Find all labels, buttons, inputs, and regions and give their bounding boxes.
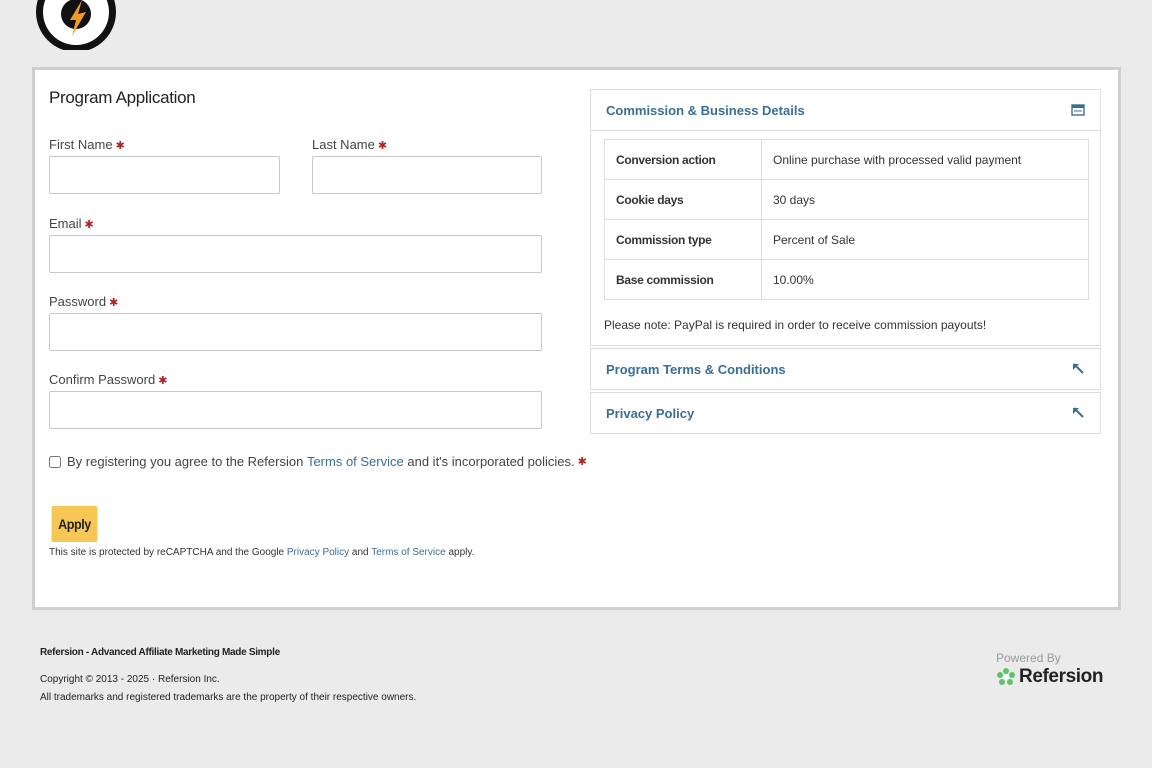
- privacy-policy-panel[interactable]: Privacy Policy: [590, 392, 1101, 434]
- detail-key: Conversion action: [604, 139, 762, 180]
- table-row: Conversion action Online purchase with p…: [604, 139, 1089, 180]
- table-row: Base commission 10.00%: [604, 259, 1089, 300]
- paypal-note: Please note: PayPal is required in order…: [604, 318, 987, 332]
- commission-details-panel: Commission & Business Details Conversion…: [590, 89, 1101, 346]
- password-input[interactable]: [49, 313, 542, 351]
- external-link-icon: [1073, 407, 1084, 418]
- required-marker: ✱: [158, 375, 168, 387]
- google-privacy-link[interactable]: Privacy Policy: [287, 547, 349, 558]
- footer-copyright: Copyright © 2013 - 2025 · Refersion Inc.: [40, 674, 220, 685]
- google-terms-link[interactable]: Terms of Service: [371, 547, 445, 558]
- table-row: Cookie days 30 days: [604, 179, 1089, 220]
- terms-text: By registering you agree to the Refersio…: [67, 454, 304, 469]
- detail-value: 30 days: [761, 179, 1089, 220]
- footer-tagline: Refersion - Advanced Affiliate Marketing…: [40, 647, 280, 658]
- refersion-wordmark: Refersion: [1019, 666, 1104, 687]
- detail-value: 10.00%: [761, 259, 1089, 300]
- card-icon: [1071, 104, 1085, 116]
- application-card: Program Application First Name ✱ Last Nam…: [32, 67, 1121, 610]
- footer-trademarks: All trademarks and registered trademarks…: [40, 692, 417, 703]
- recaptcha-text: This site is protected by reCAPTCHA and …: [49, 547, 287, 558]
- password-label: Password ✱: [49, 294, 119, 309]
- email-input[interactable]: [49, 235, 542, 273]
- program-terms-panel[interactable]: Program Terms & Conditions: [590, 348, 1101, 390]
- commission-details-title: Commission & Business Details: [606, 102, 805, 118]
- program-terms-title: Program Terms & Conditions: [606, 361, 786, 377]
- external-link-icon: [1073, 363, 1084, 374]
- refersion-logo-icon: [997, 668, 1015, 685]
- privacy-policy-header[interactable]: Privacy Policy: [591, 393, 1100, 433]
- confirm-password-label: Confirm Password ✱: [49, 372, 168, 387]
- last-name-label: Last Name ✱: [312, 137, 388, 152]
- apply-button[interactable]: Apply: [51, 506, 98, 542]
- terms-text-suffix: and it's incorporated policies.: [407, 454, 575, 469]
- last-name-input[interactable]: [312, 156, 542, 194]
- detail-key: Commission type: [604, 219, 762, 260]
- recaptcha-and: and: [349, 547, 372, 558]
- commission-details-table: Conversion action Online purchase with p…: [604, 139, 1089, 300]
- table-row: Commission type Percent of Sale: [604, 219, 1089, 260]
- privacy-policy-title: Privacy Policy: [606, 405, 695, 421]
- brand-logo: [36, 0, 116, 50]
- required-marker: ✱: [577, 456, 587, 468]
- terms-of-service-link[interactable]: Terms of Service: [307, 454, 404, 469]
- detail-key: Base commission: [604, 259, 762, 300]
- terms-agreement: By registering you agree to the Refersio…: [49, 454, 587, 469]
- program-terms-header[interactable]: Program Terms & Conditions: [591, 349, 1100, 389]
- refersion-brand[interactable]: Refersion: [996, 666, 1103, 688]
- powered-by-label: Powered By: [996, 651, 1061, 665]
- first-name-input[interactable]: [49, 156, 280, 194]
- detail-key: Cookie days: [604, 179, 762, 220]
- recaptcha-notice: This site is protected by reCAPTCHA and …: [49, 547, 474, 558]
- first-name-label: First Name ✱: [49, 137, 125, 152]
- confirm-password-input[interactable]: [49, 391, 542, 429]
- terms-checkbox[interactable]: [49, 455, 61, 468]
- detail-value: Percent of Sale: [761, 219, 1089, 260]
- required-marker: ✱: [377, 140, 388, 152]
- detail-value: Online purchase with processed valid pay…: [761, 139, 1089, 180]
- required-marker: ✱: [115, 140, 125, 152]
- page-title: Program Application: [49, 88, 196, 107]
- required-marker: ✱: [109, 297, 119, 309]
- required-marker: ✱: [84, 219, 94, 231]
- commission-details-header[interactable]: Commission & Business Details: [591, 90, 1100, 131]
- recaptcha-suffix: apply.: [445, 547, 475, 558]
- email-label: Email ✱: [49, 216, 94, 231]
